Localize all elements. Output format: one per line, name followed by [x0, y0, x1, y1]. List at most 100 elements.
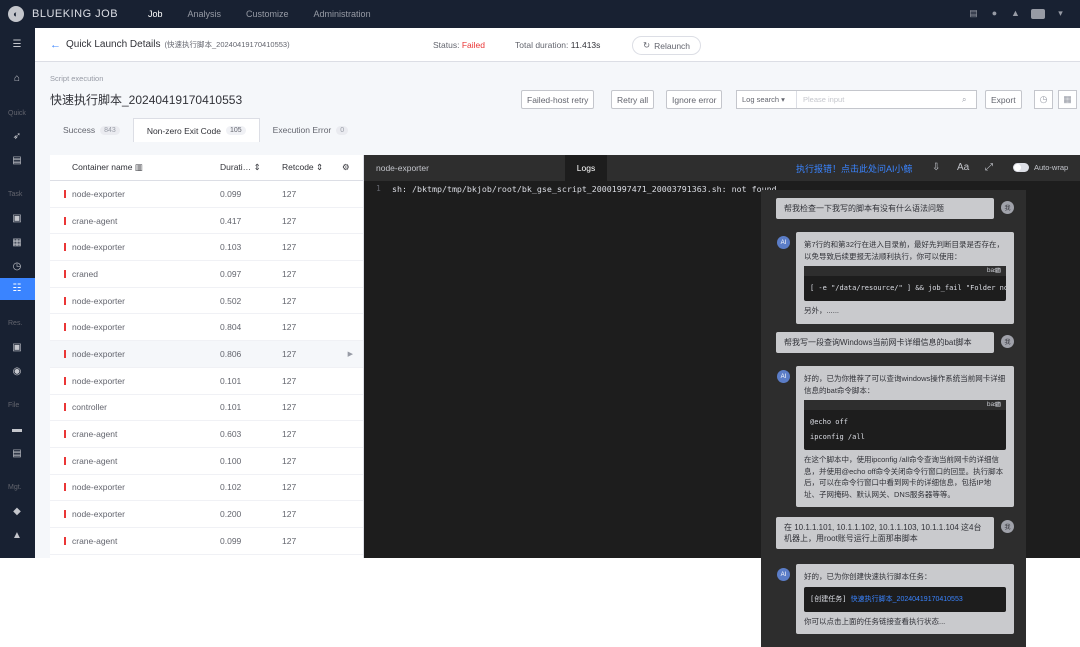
folder-icon[interactable]: ▬: [10, 423, 24, 437]
sort-icon[interactable]: ⇕: [316, 162, 323, 172]
status-label: Status: [433, 40, 458, 50]
table-row[interactable]: crane-agent 0.099 127: [50, 528, 363, 555]
nav-analysis[interactable]: Analysis: [188, 9, 222, 19]
collapse-menu-icon[interactable]: ☰: [10, 38, 24, 52]
table-row[interactable]: node-exporter 0.804 127: [50, 314, 363, 342]
sidebar-group-quick: Quick: [8, 110, 26, 117]
table-row[interactable]: crane-agent 0.100 127: [50, 448, 363, 475]
table-row[interactable]: node-exporter 0.099 127: [50, 181, 363, 208]
col-container-name[interactable]: Container name ▥: [50, 162, 220, 173]
retcode-cell: 127: [282, 268, 297, 279]
container-name-cell: crane-agent: [50, 536, 220, 546]
ai-avatar: AI: [777, 370, 790, 383]
table-row[interactable]: crane-agent 0.417 127: [50, 208, 363, 235]
status: Status: Failed: [433, 40, 485, 50]
home-icon[interactable]: ⌂: [10, 72, 24, 86]
chat-user-message: 在 10.1.1.101, 10.1.1.102, 10.1.1.103, 10…: [776, 517, 994, 549]
fail-marker: [64, 189, 66, 198]
copy-icon[interactable]: ▥: [995, 400, 1001, 410]
fail-marker: [64, 296, 66, 305]
code-block: [创建任务] 快速执行脚本_20240419170410553: [804, 586, 1006, 612]
sort-icon[interactable]: ⇕: [254, 162, 261, 172]
document-icon[interactable]: ▤: [968, 8, 979, 19]
tab-logs[interactable]: Logs: [565, 155, 607, 181]
settings-icon[interactable]: ⚙: [342, 162, 362, 173]
tag-icon[interactable]: ◆: [10, 505, 24, 519]
duration-label: Total duration: [515, 40, 567, 50]
container-name-cell: node-exporter: [50, 376, 220, 386]
file-icon[interactable]: ▤: [10, 447, 24, 461]
auto-wrap-toggle[interactable]: [1013, 163, 1029, 172]
retcode-cell: 127: [282, 242, 297, 253]
table-row[interactable]: node-exporter 0.502 127: [50, 288, 363, 315]
retry-all-button[interactable]: Retry all: [611, 90, 655, 109]
table-row[interactable]: craned 0.097 127: [50, 261, 363, 288]
history-clock-icon[interactable]: ◷: [1034, 90, 1053, 109]
ask-ai-link[interactable]: 执行报错！点击此处问AI小鲸: [796, 162, 913, 175]
container-name-cell: node-exporter: [50, 509, 220, 519]
table-body: node-exporter 0.099 127 crane-agent 0.417 127…: [50, 181, 363, 555]
cron-icon[interactable]: ◷: [10, 260, 24, 274]
log-search-input[interactable]: Please input: [797, 95, 962, 104]
export-button[interactable]: Export: [985, 90, 1022, 109]
chat-ai-message: 第7行的和第32行在进入目录前，最好先判断目录是否存在，以免导致后续更报无法顺利…: [796, 232, 1014, 324]
table-row[interactable]: node-exporter 0.101 127: [50, 368, 363, 395]
fail-marker: [64, 456, 66, 465]
table-row[interactable]: node-exporter 0.102 127: [50, 475, 363, 502]
fail-marker: [64, 243, 66, 252]
topbar-tools: ▤ ● ▲ ▾: [968, 8, 1066, 19]
task-link[interactable]: 快速执行脚本_20240419170410553: [851, 596, 963, 603]
notify-icon[interactable]: ▲: [10, 529, 24, 543]
task-icon[interactable]: ▣: [10, 212, 24, 226]
nav-job[interactable]: Job: [148, 9, 163, 19]
tab-success[interactable]: Success 843: [50, 118, 133, 142]
container-name-cell: node-exporter: [50, 349, 220, 359]
script-manage-icon[interactable]: ▣: [10, 341, 24, 355]
sidebar-group-file: File: [8, 402, 20, 409]
copy-icon[interactable]: ▥: [135, 162, 143, 172]
table-row[interactable]: node-exporter 0.806 127 ▶: [50, 341, 363, 368]
chat-ai-text-after: 在这个脚本中，使用ipconfig /all命令查询当前网卡的详细信息，并使用@…: [804, 455, 1004, 499]
col-duration[interactable]: Durati… ⇕: [220, 162, 282, 173]
rocket-icon[interactable]: ➶: [10, 130, 24, 144]
chevron-down-icon[interactable]: ▾: [1055, 8, 1066, 19]
grid-icon[interactable]: ▦: [1058, 90, 1077, 109]
search-icon[interactable]: ⌕: [962, 95, 976, 105]
table-row[interactable]: node-exporter 0.103 127: [50, 234, 363, 262]
col-retcode[interactable]: Retcode ⇕: [282, 162, 342, 173]
help-icon[interactable]: ●: [989, 8, 1000, 19]
script-icon[interactable]: ▤: [10, 154, 24, 168]
container-name-cell: node-exporter: [50, 296, 220, 306]
avatar[interactable]: [1031, 8, 1045, 19]
duration-cell: 0.097: [220, 268, 242, 279]
font-size-button[interactable]: Aa: [957, 162, 969, 173]
table-row[interactable]: node-exporter 0.200 127: [50, 501, 363, 528]
duration-cell: 0.417: [220, 215, 242, 226]
ignore-error-button[interactable]: Ignore error: [666, 90, 723, 109]
nav-administration[interactable]: Administration: [314, 9, 371, 19]
fullscreen-icon[interactable]: ⤢: [985, 162, 993, 173]
chevron-down-icon: ▾: [781, 95, 785, 104]
chat-ai-message: 好的，已为你创建快速执行脚本任务： [创建任务] 快速执行脚本_20240419…: [796, 564, 1014, 634]
retcode-cell: 127: [282, 509, 297, 520]
nav-customize[interactable]: Customize: [246, 9, 289, 19]
host-table: Container name ▥ Durati… ⇕ Retcode ⇕ ⚙ n…: [50, 155, 364, 558]
back-arrow-icon[interactable]: ←: [50, 39, 61, 51]
fail-marker: [64, 483, 66, 492]
log-search-select[interactable]: Log search ▾: [737, 91, 797, 108]
bell-icon[interactable]: ▲: [1010, 8, 1021, 19]
brand[interactable]: ◐ BLUEKING JOB: [0, 6, 148, 22]
copy-icon[interactable]: ▥: [995, 266, 1001, 276]
retcode-cell: 127: [282, 215, 297, 226]
account-icon[interactable]: ◉: [10, 365, 24, 379]
table-row[interactable]: crane-agent 0.603 127: [50, 421, 363, 448]
tab-non-zero-exit-code[interactable]: Non-zero Exit Code 105: [132, 118, 260, 142]
download-icon[interactable]: ⇩: [932, 162, 940, 173]
failed-host-retry-button[interactable]: Failed-host retry: [521, 90, 595, 109]
tab-execution-error[interactable]: Execution Error 0: [260, 118, 362, 142]
table-row[interactable]: controller 0.101 127: [50, 395, 363, 422]
tab-count: 0: [336, 125, 349, 135]
plan-icon[interactable]: ▦: [10, 236, 24, 250]
history-icon[interactable]: ☷: [10, 282, 24, 296]
relaunch-button[interactable]: ↻ Relaunch: [632, 36, 702, 55]
